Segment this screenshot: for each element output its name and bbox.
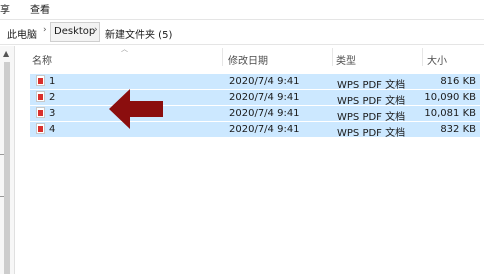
file-name: 3 (49, 108, 56, 119)
chevron-right-icon[interactable]: › (43, 25, 47, 35)
file-size: 10,090 KB (424, 92, 476, 103)
file-date: 2020/7/4 9:41 (229, 108, 300, 119)
scroll-thumb[interactable] (4, 62, 10, 274)
breadcrumb-this-pc[interactable]: 此电脑 (7, 26, 37, 41)
column-type[interactable]: 类型 (336, 52, 356, 67)
pdf-file-icon (36, 91, 45, 102)
file-name: 1 (49, 76, 56, 87)
divider[interactable] (222, 48, 223, 66)
file-row[interactable]: 4 2020/7/4 9:41 WPS PDF 文档 832 KB (30, 121, 480, 139)
menu-share[interactable]: 享 (0, 1, 10, 16)
column-header: 名称 修改日期 类型 大小 (14, 46, 484, 68)
chevron-right-icon[interactable]: › (94, 25, 98, 35)
file-row[interactable]: 1 2020/7/4 9:41 WPS PDF 文档 816 KB (30, 73, 480, 91)
divider (0, 154, 4, 155)
column-date[interactable]: 修改日期 (228, 52, 268, 67)
menu-view[interactable]: 查看 (30, 1, 50, 16)
pdf-file-icon (36, 75, 45, 86)
file-row[interactable]: 2 2020/7/4 9:41 WPS PDF 文档 10,090 KB (30, 89, 480, 107)
file-date: 2020/7/4 9:41 (229, 76, 300, 87)
file-type: WPS PDF 文档 (337, 128, 406, 139)
divider (0, 196, 4, 197)
file-size: 10,081 KB (424, 108, 476, 119)
pdf-file-icon (36, 107, 45, 118)
file-name: 2 (49, 92, 56, 103)
file-size: 832 KB (440, 124, 476, 135)
left-arrow-icon (109, 89, 163, 129)
file-date: 2020/7/4 9:41 (229, 124, 300, 135)
breadcrumb-folder[interactable]: 新建文件夹 (5) (105, 26, 172, 41)
ribbon-menu: 享 查看 (0, 0, 484, 16)
file-size: 816 KB (440, 76, 476, 87)
breadcrumb-desktop[interactable]: Desktop (54, 26, 95, 37)
left-arrow-shape (109, 89, 163, 129)
pdf-file-icon (36, 123, 45, 134)
divider[interactable] (332, 48, 333, 66)
scroll-up-icon[interactable]: ▲ (3, 49, 9, 58)
address-bar[interactable]: 此电脑 › Desktop › 新建文件夹 (5) (0, 19, 484, 45)
navigation-pane-scrollbar[interactable]: ▲ (0, 46, 15, 274)
file-date: 2020/7/4 9:41 (229, 92, 300, 103)
file-name: 4 (49, 124, 56, 135)
divider[interactable] (422, 48, 423, 66)
column-size[interactable]: 大小 (427, 52, 447, 67)
column-name[interactable]: 名称 (32, 52, 52, 67)
file-row[interactable]: 3 2020/7/4 9:41 WPS PDF 文档 10,081 KB (30, 105, 480, 123)
